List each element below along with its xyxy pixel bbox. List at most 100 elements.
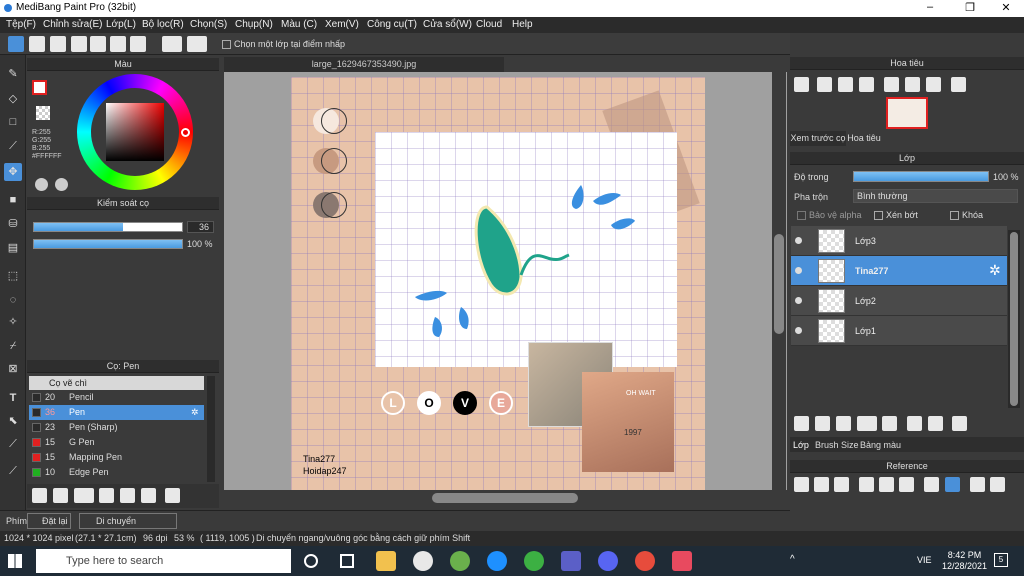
teams-icon[interactable] [561,551,581,571]
brush-size-slider[interactable] [33,222,183,232]
gradient-icon[interactable]: ▤ [4,239,22,257]
app-green-icon[interactable] [450,551,470,571]
tab-palette[interactable]: Bảng màu [860,440,901,450]
add-brush-icon[interactable] [32,488,47,503]
menu-color[interactable]: Màu (C) [281,19,317,30]
select-eraser-icon[interactable]: ⊠ [4,360,22,378]
hue-ring[interactable] [77,74,193,190]
ref-close-icon[interactable] [834,477,849,492]
rectangle-icon[interactable]: □ [4,113,22,131]
redo-icon[interactable] [187,36,207,52]
discord-icon[interactable] [598,551,618,571]
layer-row[interactable]: Lớp2 [791,286,1007,316]
search-box[interactable]: Type here to search [36,549,291,573]
brush-item[interactable]: 10 Edge Pen [29,465,204,480]
ref-eyedropper-icon[interactable] [924,477,939,492]
navigator-thumbnail[interactable] [886,97,928,129]
new-8bit-layer-icon[interactable] [815,416,830,431]
pen-tool-icon[interactable]: ✎ [4,65,22,83]
menu-select[interactable]: Chọn(S) [190,19,227,30]
brush-opacity-slider[interactable] [33,239,183,249]
layer-opacity-slider[interactable] [853,171,989,182]
app-circle-icon[interactable] [524,551,544,571]
select-pen-icon[interactable]: ⌿ [4,337,22,355]
delete-layer-icon[interactable] [952,416,967,431]
tab-layer[interactable]: Lớp [793,440,809,450]
clock-time[interactable]: 8:42 PM [942,550,987,561]
skype-icon[interactable] [487,551,507,571]
file-explorer-icon[interactable] [376,551,396,571]
magic-wand-icon[interactable]: ✧ [4,313,22,331]
menu-capture[interactable]: Chụp(N) [235,19,273,30]
ref-zoom-in-icon[interactable] [859,477,874,492]
ref-cloud-icon[interactable] [794,477,809,492]
new-1bit-layer-icon[interactable] [836,416,851,431]
nav-flip-icon[interactable] [951,77,966,92]
menu-window[interactable]: Cửa sổ(W) [423,19,472,30]
menu-filter[interactable]: Bộ lọc(R) [142,19,184,30]
visibility-eye-icon[interactable] [795,267,802,274]
secondary-color-swatch[interactable] [36,106,50,120]
hand-icon[interactable]: ⟋ [4,462,22,480]
tab-brush-size[interactable]: Brush Size [815,440,859,450]
reset-button[interactable]: Đặt lại [27,513,71,529]
document-canvas[interactable]: OH WAIT 1997 LOVE Tina277 Hoidap247 [291,77,705,490]
brush-item[interactable]: 15 G Pen [29,435,204,450]
operation-icon[interactable]: ⬉ [4,412,22,430]
select-rect-icon[interactable]: ⬚ [4,267,22,285]
notification-icon[interactable]: 5 [994,553,1008,567]
vertical-scroll-thumb[interactable] [774,234,784,334]
brush-item[interactable]: 36 Pen ✲ [29,405,204,420]
visibility-eye-icon[interactable] [795,237,802,244]
select-layer-checkbox[interactable] [222,40,231,49]
brush-folder-icon[interactable] [120,488,135,503]
hue-handle[interactable] [181,128,190,137]
visibility-eye-icon[interactable] [795,297,802,304]
layer-menu-icon[interactable] [857,416,877,431]
cortana-icon[interactable] [304,554,318,568]
menu-tools[interactable]: Công cụ(T) [367,19,417,30]
nav-fit-icon[interactable] [838,77,853,92]
ref-zoom-out-icon[interactable] [899,477,914,492]
nav-rotate-right-icon[interactable] [926,77,941,92]
protect-alpha-checkbox[interactable] [797,211,806,220]
task-view-icon[interactable] [340,554,354,568]
new-layer-icon[interactable] [794,416,809,431]
primary-color-swatch[interactable] [32,80,47,95]
nav-zoom-out-icon[interactable] [859,77,874,92]
clock-date[interactable]: 12/28/2021 [942,561,987,572]
language-indicator[interactable]: VIE [917,555,932,565]
nav-tab-brush-preview[interactable]: Xem trước cọ [790,131,846,146]
move-icon[interactable]: ✥ [4,163,22,181]
merge-layer-icon[interactable] [928,416,943,431]
canvas-tab[interactable]: large_1629467353490.jpg [224,57,504,72]
brush-settings-icon[interactable] [99,488,114,503]
layer-row[interactable]: Lớp1 [791,316,1007,346]
fill-shape-icon[interactable]: ■ [4,191,22,209]
bucket-icon[interactable]: ⛁ [4,215,22,233]
undo-icon[interactable] [162,36,182,52]
ref-open-icon[interactable] [814,477,829,492]
minimize-button[interactable]: – [920,1,940,13]
menu-edit[interactable]: Chỉnh sửa(E) [43,19,103,30]
eraser-icon[interactable]: ◇ [4,90,22,108]
document-icon[interactable] [71,36,87,52]
chat-icon[interactable] [50,36,66,52]
brush-copy-icon[interactable] [141,488,156,503]
menu-layer[interactable]: Lớp(L) [106,19,136,30]
menu-cloud[interactable]: Cloud [476,19,502,30]
menu-file[interactable]: Tệp(F) [6,19,36,30]
upload-icon[interactable] [29,36,45,52]
cloud-icon[interactable] [8,36,24,52]
layer-folder-icon[interactable] [882,416,897,431]
nav-zoom-icon[interactable] [794,77,809,92]
clipping-checkbox[interactable] [874,211,883,220]
nav-zoom-in-icon[interactable] [817,77,832,92]
lasso-icon[interactable]: ◌ [4,291,22,309]
tray-chevron-icon[interactable]: ^ [790,554,795,565]
ref-hand-icon[interactable] [945,477,960,492]
ref-refresh-icon[interactable] [990,477,1005,492]
line-icon[interactable]: ⟋ [4,137,22,155]
lock-checkbox[interactable] [950,211,959,220]
tiles-icon[interactable] [130,36,146,52]
